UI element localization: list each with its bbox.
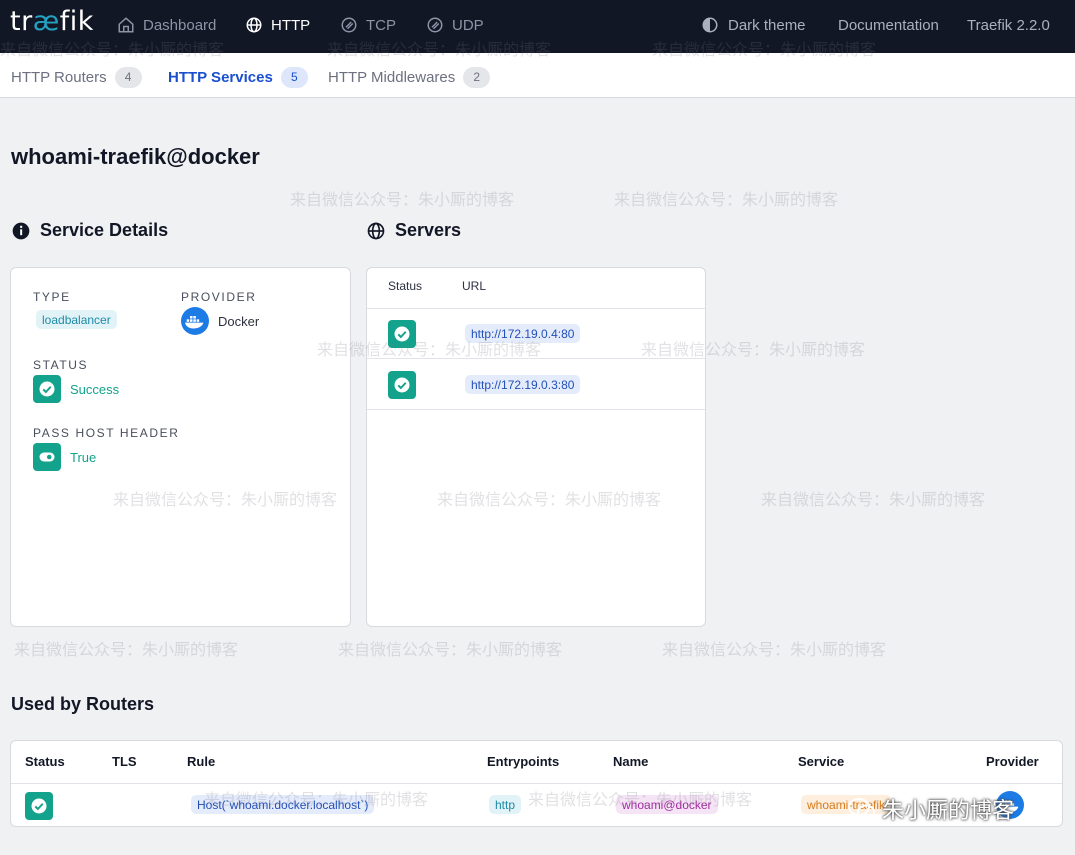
used-by-routers-heading: Used by Routers xyxy=(11,694,155,714)
contrast-icon xyxy=(702,17,718,33)
success-icon xyxy=(388,320,416,348)
wechat-icon xyxy=(848,798,875,820)
routers-col-entrypoints: Entrypoints xyxy=(487,754,560,769)
type-label: TYPE xyxy=(33,290,71,304)
service-details-card: TYPE loadbalancer PROVIDER Docker STATUS… xyxy=(10,267,351,627)
docker-icon xyxy=(181,307,209,335)
servers-col-url: URL xyxy=(462,279,487,293)
wechat-watermark-logo: 朱小厮的博客 xyxy=(848,793,1014,825)
wechat-watermark-text: 朱小厮的博客 xyxy=(882,798,1015,823)
tab-http-middlewares-label: HTTP Middlewares xyxy=(328,68,456,86)
globe-icon xyxy=(367,222,385,239)
tab-http-routers-label: HTTP Routers xyxy=(11,68,107,86)
watermark-text: 来自微信公众号：朱小厮的博客 xyxy=(14,642,239,659)
tab-count-badge: 5 xyxy=(280,66,308,88)
type-value: loadbalancer xyxy=(36,310,117,329)
success-icon xyxy=(25,792,53,820)
sub-tabs-bar: HTTP Routers 4 HTTP Services 5 HTTP Midd… xyxy=(0,53,1075,98)
tab-count-badge: 4 xyxy=(114,66,142,88)
nav-http-label: HTTP xyxy=(271,16,311,34)
tab-count-badge: 2 xyxy=(463,66,491,88)
router-rule: Host(`whoami.docker.localhost`) xyxy=(191,795,375,814)
provider-value: Docker xyxy=(218,313,260,329)
success-icon xyxy=(388,371,416,399)
tab-http-routers[interactable]: HTTP Routers 4 xyxy=(11,66,142,88)
nav-udp[interactable]: UDP xyxy=(426,0,484,50)
servers-col-status: Status xyxy=(388,279,423,293)
provider-label: PROVIDER xyxy=(181,290,257,304)
tab-http-services-label: HTTP Services xyxy=(168,68,273,86)
nav-dashboard[interactable]: Dashboard xyxy=(117,0,216,50)
documentation-link[interactable]: Documentation xyxy=(838,0,939,50)
routers-col-provider: Provider xyxy=(986,754,1039,769)
service-details-title: Service Details xyxy=(40,220,169,240)
home-icon xyxy=(118,17,134,33)
page-title: whoami-traefik@docker xyxy=(11,144,260,169)
udp-icon xyxy=(427,17,443,33)
server-url[interactable]: http://172.19.0.3:80 xyxy=(465,375,581,394)
dark-theme-toggle[interactable]: Dark theme xyxy=(701,0,806,50)
nav-tcp[interactable]: TCP xyxy=(340,0,396,50)
dark-theme-label: Dark theme xyxy=(728,16,806,34)
watermark-text: 来自微信公众号：朱小厮的博客 xyxy=(761,492,986,509)
servers-heading: Servers xyxy=(366,220,461,241)
traefik-logo[interactable]: træfik xyxy=(10,6,94,37)
router-entrypoint: http xyxy=(489,795,522,814)
pass-host-header-value: True xyxy=(70,449,97,465)
routers-col-name: Name xyxy=(613,754,649,769)
routers-col-tls: TLS xyxy=(112,754,137,769)
tcp-icon xyxy=(341,17,357,33)
info-icon xyxy=(12,222,30,239)
nav-http[interactable]: HTTP xyxy=(245,0,310,50)
watermark-text: 来自微信公众号：朱小厮的博客 xyxy=(290,192,515,209)
routers-col-rule: Rule xyxy=(187,754,216,769)
documentation-label: Documentation xyxy=(838,16,939,34)
routers-col-status: Status xyxy=(25,754,65,769)
server-url[interactable]: http://172.19.0.4:80 xyxy=(465,324,581,343)
tab-http-middlewares[interactable]: HTTP Middlewares 2 xyxy=(328,66,491,88)
globe-icon xyxy=(246,17,262,33)
tab-http-services[interactable]: HTTP Services 5 xyxy=(168,66,308,88)
toggle-on-icon xyxy=(33,443,61,471)
nav-dashboard-label: Dashboard xyxy=(143,16,217,34)
watermark-text: 来自微信公众号：朱小厮的博客 xyxy=(614,192,839,209)
nav-udp-label: UDP xyxy=(452,16,484,34)
status-value: Success xyxy=(70,381,120,397)
pass-host-header-label: PASS HOST HEADER xyxy=(33,426,180,440)
watermark-text: 来自微信公众号：朱小厮的博客 xyxy=(338,642,563,659)
servers-title: Servers xyxy=(395,220,462,240)
servers-card: Status URL http://172.19.0.4:80 http://1… xyxy=(366,267,706,627)
version-text: Traefik 2.2.0 xyxy=(967,16,1050,34)
router-name: whoami@docker xyxy=(616,795,718,814)
watermark-text: 来自微信公众号：朱小厮的博客 xyxy=(662,642,887,659)
status-label: STATUS xyxy=(33,358,89,372)
top-navbar: træfik Dashboard HTTP TCP UDP Dark theme… xyxy=(0,0,1075,53)
success-icon xyxy=(33,375,61,403)
routers-col-service: Service xyxy=(798,754,845,769)
nav-tcp-label: TCP xyxy=(366,16,396,34)
version-label: Traefik 2.2.0 xyxy=(967,0,1050,50)
service-details-heading: Service Details xyxy=(11,220,168,241)
